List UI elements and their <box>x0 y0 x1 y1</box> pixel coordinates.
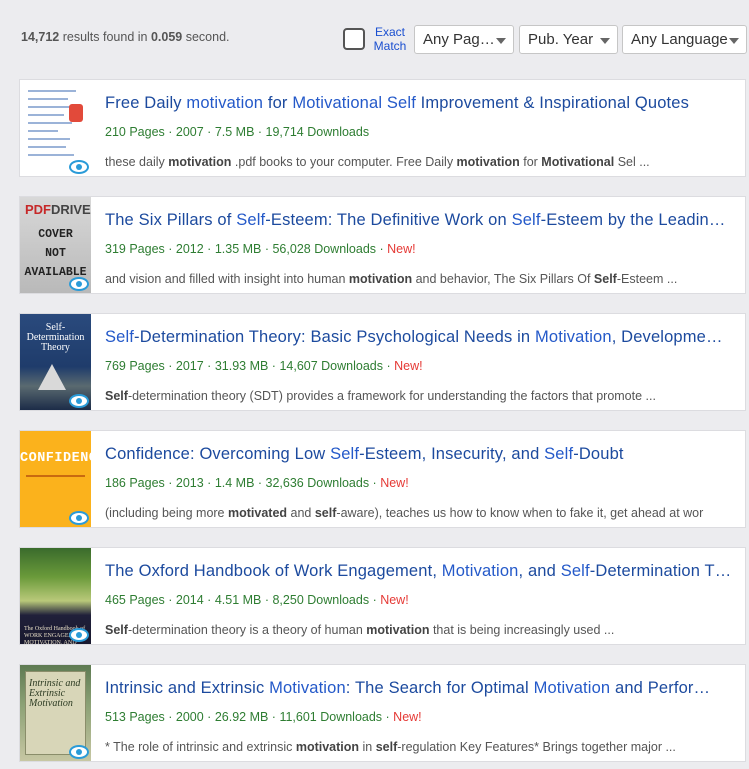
result-title[interactable]: Free Daily motivation for Motivational S… <box>105 94 741 113</box>
chevron-down-icon <box>496 38 506 44</box>
result-title[interactable]: The Oxford Handbook of Work Engagement, … <box>105 562 741 581</box>
result-meta: 186 Pages · 2013 · 1.4 MB · 32,636 Downl… <box>105 476 409 490</box>
preview-eye-icon[interactable] <box>69 160 89 174</box>
result-snippet: these daily motivation .pdf books to you… <box>105 155 650 169</box>
book-cover[interactable] <box>20 80 91 176</box>
result-snippet: and vision and filled with insight into … <box>105 272 678 286</box>
language-filter-value: Any Language <box>631 31 728 48</box>
year-filter-select[interactable]: Pub. Year <box>519 25 618 54</box>
book-cover[interactable]: PDFDRIVE COVER NOT AVAILABLE <box>20 197 91 293</box>
language-filter-select[interactable]: Any Language <box>622 25 747 54</box>
book-cover[interactable]: CONFIDENCE <box>20 431 91 527</box>
result-title[interactable]: Intrinsic and Extrinsic Motivation: The … <box>105 679 741 698</box>
results-time: 0.059 <box>150 30 183 44</box>
result-meta: 319 Pages · 2012 · 1.35 MB · 56,028 Down… <box>105 242 416 256</box>
preview-eye-icon[interactable] <box>69 628 89 642</box>
exact-match-toggle[interactable]: Exact Match <box>343 25 409 53</box>
result-card[interactable]: Intrinsic and Extrinsic Motivation Intri… <box>19 664 746 762</box>
results-mid: results found in <box>59 30 151 44</box>
cover-image <box>38 364 66 390</box>
chevron-down-icon <box>600 38 610 44</box>
result-card[interactable]: The Oxford Handbook of WORK ENGAGEMENT, … <box>19 547 746 645</box>
pages-filter-select[interactable]: Any Pag… <box>414 25 514 54</box>
results-suffix: second. <box>182 30 230 44</box>
year-filter-value: Pub. Year <box>528 31 594 48</box>
result-title[interactable]: Confidence: Overcoming Low Self-Esteem, … <box>105 445 741 464</box>
result-card[interactable]: CONFIDENCE Confidence: Overcoming Low Se… <box>19 430 746 528</box>
preview-eye-icon[interactable] <box>69 277 89 291</box>
result-card[interactable]: PDFDRIVE COVER NOT AVAILABLE The Six Pil… <box>19 196 746 294</box>
cover-title: Intrinsic and Extrinsic Motivation <box>29 678 81 709</box>
results-count: 14,712 <box>21 30 60 44</box>
result-title[interactable]: Self-Determination Theory: Basic Psychol… <box>105 328 741 347</box>
preview-eye-icon[interactable] <box>69 394 89 408</box>
new-badge: New! <box>394 359 423 373</box>
preview-eye-icon[interactable] <box>69 511 89 525</box>
pages-filter-value: Any Pag… <box>423 31 495 48</box>
cover-title: Self-Determination Theory <box>26 322 85 353</box>
result-snippet: Self-determination theory is a theory of… <box>105 623 615 637</box>
exact-match-checkbox[interactable] <box>343 28 365 50</box>
cover-text: COVER NOT AVAILABLE <box>24 228 87 279</box>
result-meta: 465 Pages · 2014 · 4.51 MB · 8,250 Downl… <box>105 593 409 607</box>
exact-match-label[interactable]: Exact Match <box>371 25 409 53</box>
result-meta: 513 Pages · 2000 · 26.92 MB · 11,601 Dow… <box>105 710 422 724</box>
result-card[interactable]: Free Daily motivation for Motivational S… <box>19 79 746 177</box>
preview-eye-icon[interactable] <box>69 745 89 759</box>
result-meta: 769 Pages · 2017 · 31.93 MB · 14,607 Dow… <box>105 359 423 373</box>
cover-title: CONFIDENCE <box>20 451 91 466</box>
result-snippet: Self-determination theory (SDT) provides… <box>105 389 656 403</box>
result-meta: 210 Pages · 2007 · 7.5 MB · 19,714 Downl… <box>105 125 370 139</box>
book-cover[interactable]: The Oxford Handbook of WORK ENGAGEMENT, … <box>20 548 91 644</box>
result-card[interactable]: Self-Determination Theory Self-Determina… <box>19 313 746 411</box>
result-title[interactable]: The Six Pillars of Self-Esteem: The Defi… <box>105 211 741 230</box>
new-badge: New! <box>380 593 409 607</box>
chevron-down-icon <box>729 38 739 44</box>
book-cover[interactable]: Intrinsic and Extrinsic Motivation <box>20 665 91 761</box>
results-header: 14,712 results found in 0.059 second. Ex… <box>0 0 749 78</box>
new-badge: New! <box>387 242 416 256</box>
result-snippet: (including being more motivated and self… <box>105 506 704 520</box>
book-cover[interactable]: Self-Determination Theory <box>20 314 91 410</box>
new-badge: New! <box>380 476 409 490</box>
results-summary: 14,712 results found in 0.059 second. <box>21 30 230 44</box>
new-badge: New! <box>393 710 422 724</box>
result-snippet: * The role of intrinsic and extrinsic mo… <box>105 740 676 754</box>
cover-brand: PDFDRIVE <box>25 202 91 217</box>
